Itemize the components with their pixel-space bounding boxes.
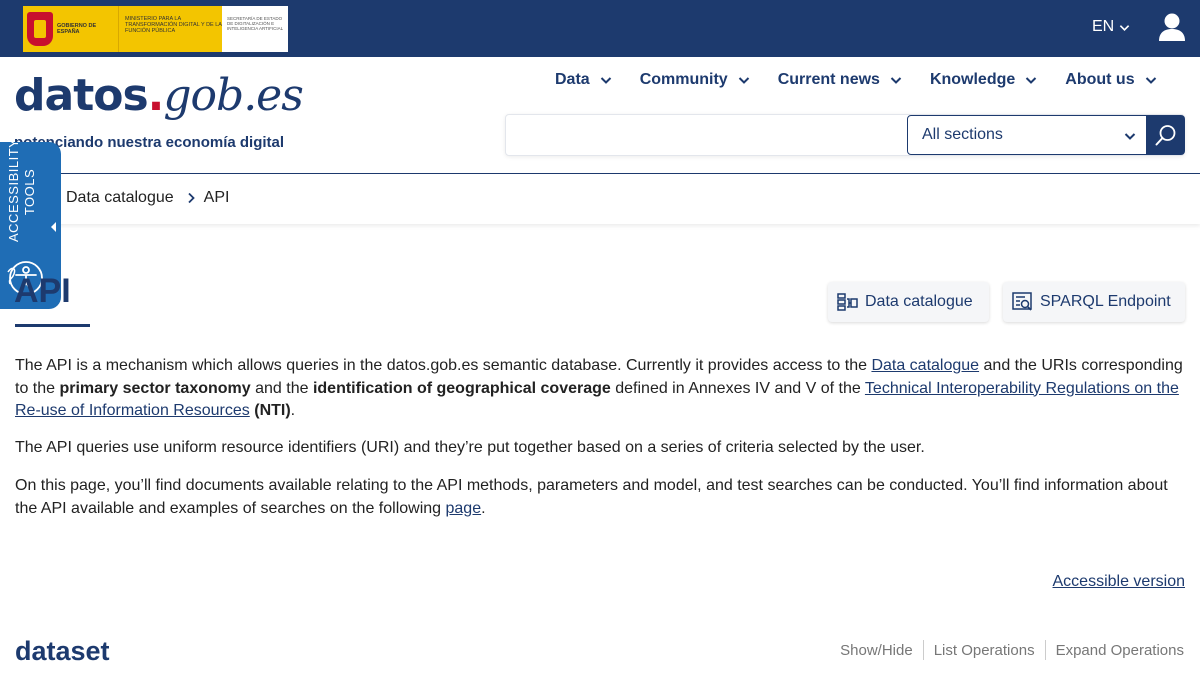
nav-item-label: Data (555, 71, 590, 88)
nav-item-data[interactable]: Data (555, 71, 612, 89)
chevron-down-icon (1145, 77, 1156, 84)
main-navigation: Data Community Current news Knowledge Ab… (555, 71, 1157, 89)
show-hide-link[interactable]: Show/Hide (840, 642, 913, 659)
secretaria-text: SECRETARÍA DE ESTADO DE DIGITALIZACIÓN E… (227, 16, 284, 31)
text-span: . (481, 499, 486, 517)
bold-text: identification of geographical coverage (312, 379, 611, 397)
nav-item-label: About us (1065, 71, 1135, 88)
eu-flag-strip (14, 6, 23, 52)
accessibility-tools-label: ACCESSIBILITY TOOLS (6, 138, 38, 242)
dataset-section-title: dataset (15, 636, 110, 666)
nav-item-label: Knowledge (929, 71, 1016, 88)
breadcrumb-item-api: API (203, 189, 230, 206)
search-input[interactable] (506, 115, 906, 155)
page-title: API (14, 272, 71, 310)
nav-item-community[interactable]: Community (640, 71, 750, 89)
catalogue-icon (837, 293, 858, 311)
data-catalogue-button[interactable]: Data catalogue (828, 282, 989, 322)
collapse-arrow-icon (51, 222, 56, 232)
brand-dot: . (147, 70, 165, 121)
text-span: The API is a mechanism which allows quer… (15, 357, 872, 374)
text-span: and the (250, 379, 313, 397)
search-icon (1155, 125, 1176, 146)
nav-item-label: Current news (777, 71, 880, 88)
gov-logo-text: GOBIERNO DE ESPAÑA (57, 23, 97, 35)
uri-paragraph: The API queries use uniform resource ide… (15, 439, 925, 456)
info-paragraph: On this page, you’ll find documents avai… (15, 475, 1185, 520)
bold-text: primary sector taxonomy (59, 379, 251, 397)
brand-main: datos (14, 70, 149, 121)
chevron-down-icon (738, 77, 749, 84)
nav-item-current-news[interactable]: Current news (778, 71, 902, 89)
nav-item-label: Community (639, 71, 728, 88)
accessibility-label-line2: TOOLS (22, 168, 37, 216)
data-catalogue-link[interactable]: Data catalogue (871, 357, 979, 374)
accessibility-label-line1: ACCESSIBILITY (6, 138, 21, 242)
operations-toolbar: Show/Hide List Operations Expand Operati… (840, 640, 1184, 660)
chevron-down-icon (1120, 24, 1130, 31)
section-select[interactable]: All sections (907, 115, 1147, 155)
government-logo[interactable]: GOBIERNO DE ESPAÑA MINISTERIO PARA LA TR… (14, 6, 288, 52)
brand-gob: gob (163, 70, 244, 121)
language-label: EN (1092, 18, 1115, 35)
breadcrumb: Data catalogue API (66, 189, 229, 207)
expand-operations-link[interactable]: Expand Operations (1056, 642, 1184, 659)
spain-flag-block: GOBIERNO DE ESPAÑA (23, 6, 118, 52)
site-logo[interactable]: datos.gob.es (14, 70, 304, 121)
text-span: On this page, you’ll find documents avai… (15, 477, 1168, 517)
language-selector[interactable]: EN (1092, 18, 1130, 36)
search-button[interactable] (1147, 115, 1185, 155)
list-operations-link[interactable]: List Operations (934, 642, 1035, 659)
text-span: . (290, 402, 296, 419)
sparql-endpoint-button-label: SPARQL Endpoint (1040, 293, 1171, 310)
sparql-endpoint-button[interactable]: SPARQL Endpoint (1003, 282, 1185, 322)
intro-paragraph: The API is a mechanism which allows quer… (15, 355, 1185, 423)
section-select-value: All sections (922, 126, 1003, 143)
nav-item-about-us[interactable]: About us (1065, 71, 1156, 89)
document-search-icon (1012, 292, 1032, 311)
user-icon[interactable] (1158, 12, 1186, 42)
nav-item-knowledge[interactable]: Knowledge (930, 71, 1037, 89)
government-top-bar: GOBIERNO DE ESPAÑA MINISTERIO PARA LA TR… (0, 0, 1200, 57)
breadcrumb-item-data-catalogue[interactable]: Data catalogue (66, 189, 174, 207)
brand-es: .es (243, 70, 304, 121)
data-catalogue-button-label: Data catalogue (865, 293, 973, 310)
text-span: defined in Annexes IV and V of the (610, 379, 865, 397)
bold-text: (NTI) (254, 402, 291, 419)
chevron-right-icon (188, 192, 195, 204)
chevron-down-icon (1124, 133, 1136, 140)
chevron-down-icon (890, 77, 902, 84)
chevron-down-icon (1026, 77, 1037, 84)
divider (1044, 640, 1046, 660)
accessible-version-link[interactable]: Accessible version (1053, 573, 1186, 591)
ministry-text: MINISTERIO PARA LA TRANSFORMACIÓN DIGITA… (118, 6, 222, 52)
coat-of-arms-icon (27, 12, 53, 46)
title-underline (15, 324, 90, 327)
divider (922, 640, 924, 660)
chevron-down-icon (600, 77, 611, 84)
examples-page-link[interactable]: page (446, 500, 482, 517)
